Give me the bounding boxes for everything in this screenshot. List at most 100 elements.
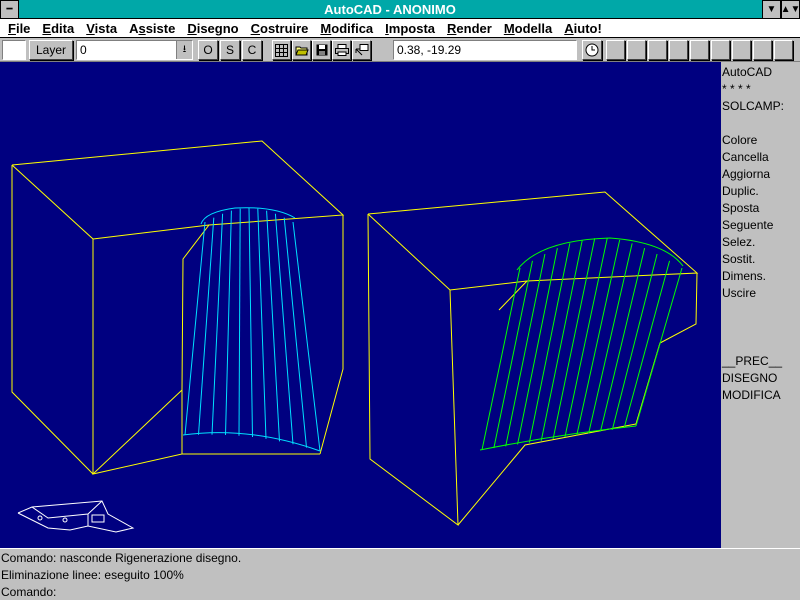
- toolbar-blank-button[interactable]: [627, 40, 646, 60]
- surface-generator-line: [588, 243, 633, 434]
- menu-item-7[interactable]: Imposta: [385, 20, 435, 37]
- menu-label-post: siste: [145, 20, 176, 36]
- menu-label-post: isegno: [196, 20, 239, 36]
- toolbar-blank-button[interactable]: [753, 40, 772, 60]
- screen-menu-item[interactable]: Selez.: [722, 234, 755, 251]
- screen-menu-item[interactable]: AutoCAD: [722, 64, 772, 81]
- command-history-line: Comando: nasconde Rigenerazione disegno.: [1, 551, 242, 565]
- surface-generator-line: [576, 239, 621, 436]
- screen-menu-item[interactable]: Sposta: [722, 200, 759, 217]
- menu-label-accel: M: [320, 20, 332, 36]
- surface-generator-line: [481, 267, 521, 451]
- menu-label-post: mposta: [388, 20, 436, 36]
- surface-generator-line: [623, 260, 671, 428]
- arrow-down-icon[interactable]: ⭳: [176, 41, 192, 59]
- screen-menu: AutoCAD * * * * SOLCAMP: Colore Cancella Aggi…: [721, 62, 800, 548]
- surface-generator-line: [599, 247, 646, 432]
- menu-item-0[interactable]: File: [8, 20, 30, 37]
- right-solid-edges: [367, 191, 699, 527]
- screen-menu-item[interactable]: Aggiorna: [722, 166, 770, 183]
- ortho-button[interactable]: O: [198, 40, 218, 60]
- maximize-button[interactable]: ▲▼: [781, 0, 800, 19]
- menu-label-accel: E: [42, 20, 52, 36]
- menu-item-1[interactable]: Edita: [42, 20, 74, 37]
- menu-label-post: ender: [456, 20, 492, 36]
- triangle-up-icon: ▲▼: [780, 4, 800, 15]
- toolbar: Layer 0 ⭳ O S C 0.38, -19.29: [0, 38, 800, 62]
- menu-item-2[interactable]: Vista: [86, 20, 117, 37]
- command-history-line: Eliminazione linee: eseguito 100%: [1, 568, 184, 582]
- menu-item-8[interactable]: Render: [447, 20, 492, 37]
- menu-item-10[interactable]: Aiuto!: [564, 20, 602, 37]
- surface-generator-line: [635, 267, 683, 427]
- screen-menu-item[interactable]: Duplic.: [722, 183, 759, 200]
- surface-generator-line: [211, 213, 224, 435]
- coords-button[interactable]: C: [242, 40, 262, 60]
- menu-item-3[interactable]: Assiste: [129, 20, 175, 37]
- clock-icon[interactable]: [582, 40, 602, 60]
- toolbar-blank-button[interactable]: [669, 40, 688, 60]
- menu-label-post: dita: [51, 20, 75, 36]
- surface-generator-line: [198, 217, 215, 435]
- menu-item-9[interactable]: Modella: [504, 20, 552, 37]
- screen-menu-item[interactable]: Sostit.: [722, 251, 755, 268]
- window-title: AutoCAD - ANONIMO: [324, 2, 456, 17]
- menu-label-post: odifica: [331, 20, 374, 36]
- drawing-area[interactable]: [0, 62, 721, 548]
- coordinate-display: 0.38, -19.29: [393, 40, 577, 60]
- toolbar-blank-button[interactable]: [648, 40, 667, 60]
- command-prompt[interactable]: Comando:: [1, 584, 56, 600]
- surface-generator-line: [248, 207, 253, 438]
- surface-generator-line: [611, 253, 658, 430]
- menu-label-accel: C: [250, 20, 261, 36]
- menu-item-4[interactable]: Disegno: [187, 20, 238, 37]
- screen-menu-item[interactable]: MODIFICA: [722, 387, 781, 404]
- screen-menu-item[interactable]: SOLCAMP:: [722, 98, 784, 115]
- grid-icon[interactable]: [272, 40, 291, 60]
- surface-generator-line: [517, 248, 558, 445]
- menu-item-5[interactable]: Costruire: [251, 20, 309, 37]
- toolbar-blank-button[interactable]: [732, 40, 751, 60]
- screen-menu-item[interactable]: Uscire: [722, 285, 756, 302]
- menu-label-accel: s: [138, 20, 146, 36]
- surface-generator-line: [257, 208, 267, 439]
- screen-menu-item[interactable]: * * * *: [722, 81, 751, 98]
- color-swatch[interactable]: [2, 40, 26, 60]
- menu-label-post: ista: [94, 20, 118, 36]
- screen-menu-item[interactable]: Colore: [722, 132, 757, 149]
- toolbar-blank-button[interactable]: [711, 40, 730, 60]
- left-cylinder-surface: [182, 207, 321, 452]
- command-area[interactable]: Comando: nasconde Rigenerazione disegno.…: [0, 548, 800, 600]
- surface-generator-line: [552, 238, 596, 440]
- save-icon[interactable]: [312, 40, 331, 60]
- surface-generator-line: [283, 217, 307, 448]
- toolbar-blank-button[interactable]: [606, 40, 625, 60]
- screen-menu-item[interactable]: Cancella: [722, 149, 769, 166]
- layer-button[interactable]: Layer: [29, 40, 73, 60]
- menu-label-accel: R: [447, 20, 457, 36]
- screen-menu-item[interactable]: DISEGNO: [722, 370, 777, 387]
- triangle-down-icon: ▼: [766, 4, 777, 15]
- print-icon[interactable]: [332, 40, 351, 60]
- title-bar: ━ AutoCAD - ANONIMO ▼ ▲▼: [0, 0, 800, 19]
- layer-select[interactable]: 0 ⭳: [76, 40, 193, 60]
- screen-menu-item[interactable]: __PREC__: [722, 353, 782, 370]
- snap-button[interactable]: S: [220, 40, 240, 60]
- minimize-button[interactable]: ▼: [762, 0, 781, 19]
- menu-bar: File Edita Vista Assiste Disegno Costruire Mod…: [0, 19, 800, 38]
- surface-generator-line: [184, 221, 206, 436]
- menu-item-6[interactable]: Modifica: [320, 20, 373, 37]
- menu-label-post: ile: [15, 20, 31, 36]
- drawing-canvas[interactable]: [0, 62, 721, 548]
- toolbar-blank-button[interactable]: [690, 40, 709, 60]
- menu-label-accel: M: [503, 20, 515, 36]
- system-menu-button[interactable]: ━: [0, 0, 19, 19]
- screen-menu-item[interactable]: Seguente: [722, 217, 773, 234]
- menu-label-accel: F: [8, 20, 16, 36]
- surface-generator-line: [292, 221, 321, 452]
- screen-menu-item[interactable]: Dimens.: [722, 268, 766, 285]
- menu-label-accel: A: [564, 20, 574, 36]
- pointer-icon[interactable]: [352, 40, 371, 60]
- toolbar-blank-button[interactable]: [774, 40, 793, 60]
- open-folder-icon[interactable]: [292, 40, 311, 60]
